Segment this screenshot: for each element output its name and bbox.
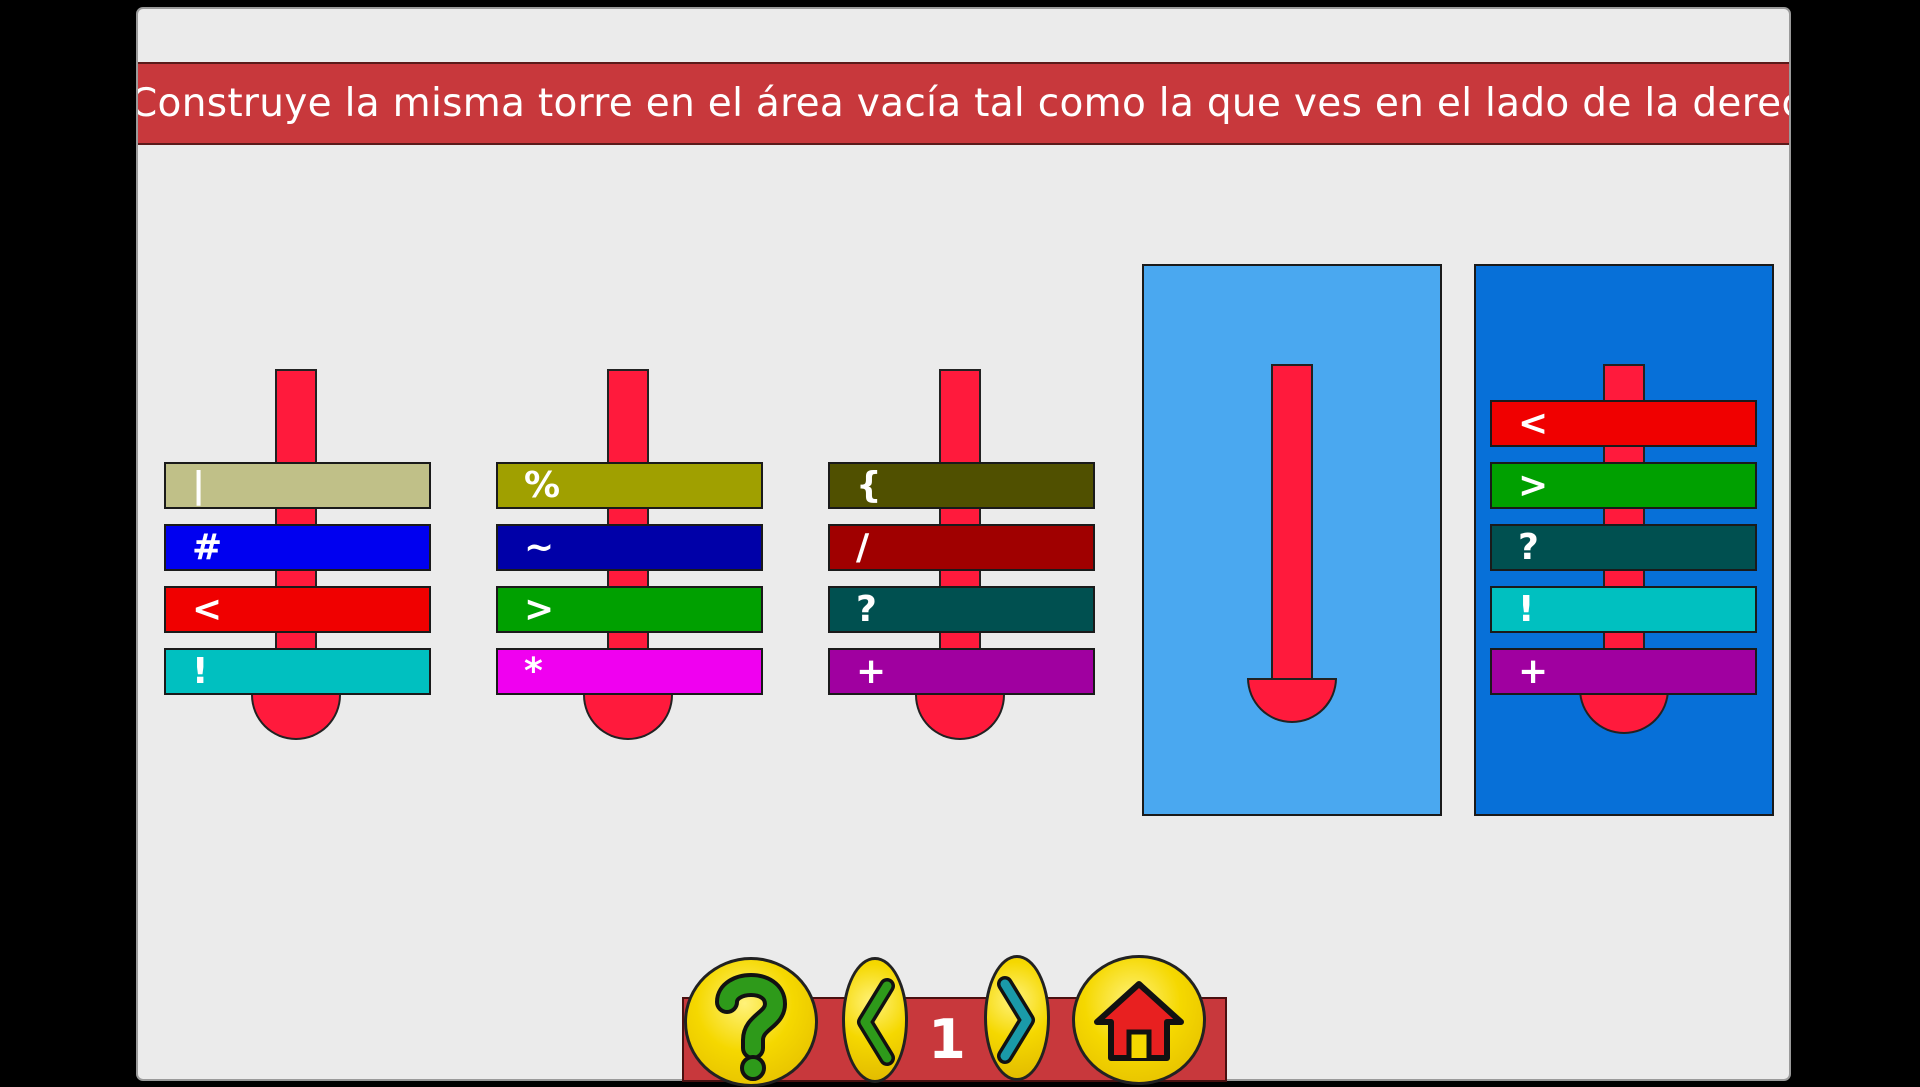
question-mark-icon <box>715 973 788 1081</box>
tower-base <box>251 695 341 740</box>
instruction-banner: Construye la misma torre en el área vací… <box>138 62 1789 145</box>
tower-base <box>583 695 673 740</box>
disk[interactable]: ~ <box>496 524 763 571</box>
chevron-left-icon <box>857 978 895 1066</box>
disk[interactable]: + <box>828 648 1095 695</box>
instruction-text: Construye la misma torre en el área vací… <box>138 81 1789 126</box>
model-disk: ? <box>1490 524 1757 571</box>
disk[interactable]: ? <box>828 586 1095 633</box>
game-board: Construye la misma torre en el área vací… <box>136 7 1791 1081</box>
disk[interactable]: / <box>828 524 1095 571</box>
home-button[interactable] <box>1072 955 1206 1085</box>
tower-base <box>1247 678 1337 723</box>
model-disk: ! <box>1490 586 1757 633</box>
tower-base <box>1579 689 1669 734</box>
tower-pole <box>1271 364 1313 680</box>
model-disk: > <box>1490 462 1757 509</box>
disk[interactable]: < <box>164 586 431 633</box>
target-build-area[interactable] <box>1142 264 1442 816</box>
model-disk: < <box>1490 400 1757 447</box>
page-number: 1 <box>928 1008 966 1071</box>
disk[interactable]: { <box>828 462 1095 509</box>
tower-base <box>915 695 1005 740</box>
model-disk: + <box>1490 648 1757 695</box>
disk[interactable]: > <box>496 586 763 633</box>
help-button[interactable] <box>684 957 818 1087</box>
next-button[interactable] <box>984 955 1050 1081</box>
chevron-right-icon <box>997 976 1035 1064</box>
home-icon <box>1094 981 1184 1061</box>
disk[interactable]: % <box>496 462 763 509</box>
disk[interactable]: * <box>496 648 763 695</box>
disk[interactable]: # <box>164 524 431 571</box>
disk[interactable]: | <box>164 462 431 509</box>
model-tower-area: < > ? ! + <box>1474 264 1774 816</box>
previous-button[interactable] <box>842 957 908 1083</box>
disk[interactable]: ! <box>164 648 431 695</box>
